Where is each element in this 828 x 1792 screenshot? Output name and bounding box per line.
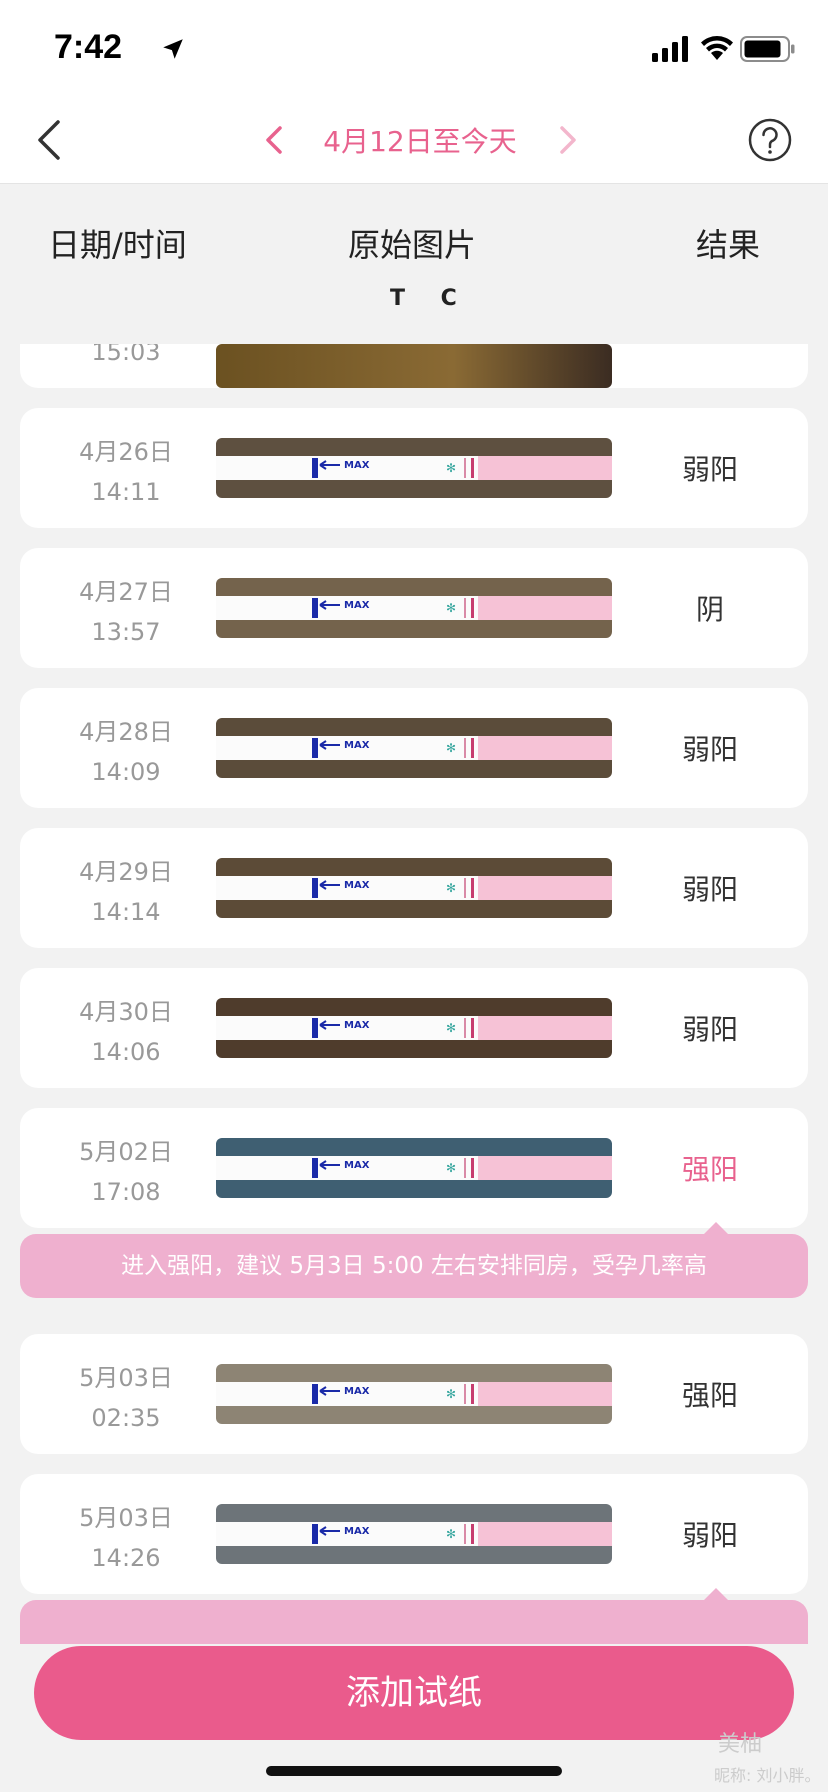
- svg-text:✻: ✻: [446, 1021, 456, 1035]
- test-strip-photo[interactable]: MAX ✻: [216, 1364, 612, 1424]
- record-time: 14:06: [91, 1038, 161, 1066]
- date-range-label[interactable]: 4月12日至今天: [300, 120, 540, 160]
- test-strip-photo[interactable]: MAX ✻: [216, 858, 612, 918]
- svg-text:MAX: MAX: [344, 600, 370, 611]
- record-time: 17:08: [91, 1178, 161, 1206]
- record-row[interactable]: 5月02日 17:08 MAX ✻ 强阳: [20, 1108, 808, 1228]
- prev-period-chevron-icon[interactable]: [260, 122, 290, 158]
- record-date-time: 4月27日 13:57: [56, 572, 196, 652]
- svg-text:MAX: MAX: [344, 1020, 370, 1031]
- records-list[interactable]: 4月25日15:03 弱阳 4月26日 14:11 MAX ✻ 弱阳 4月27日 13:57 MA…: [0, 344, 828, 1644]
- help-question-icon[interactable]: [746, 116, 794, 164]
- record-date-time: 4月26日 14:11: [56, 432, 196, 512]
- strong-positive-tip: 进入强阳，建议 5月3日 5:00 左右安排同房，受孕几率高: [20, 1222, 808, 1298]
- record-row[interactable]: 5月03日 14:26 MAX ✻ 弱阳: [20, 1474, 808, 1594]
- record-result: 弱阳: [640, 344, 780, 348]
- record-date-time: 4月29日 14:14: [56, 852, 196, 932]
- svg-text:✻: ✻: [446, 1527, 456, 1541]
- record-row[interactable]: 4月28日 14:09 MAX ✻ 弱阳: [20, 688, 808, 808]
- record-result: 弱阳: [681, 453, 738, 486]
- record-date: 5月02日: [79, 1138, 173, 1166]
- test-strip-photo[interactable]: [216, 344, 612, 388]
- tip-pointer: [704, 1588, 728, 1600]
- trailing-tip-partial: [20, 1588, 808, 1644]
- test-strip-photo[interactable]: MAX ✻: [216, 1504, 612, 1564]
- home-indicator: [266, 1766, 562, 1776]
- record-date: 4月30日: [79, 998, 173, 1026]
- status-time: 7:42: [54, 28, 123, 66]
- tip-pointer: [704, 1222, 728, 1234]
- tc-line-label: T C: [390, 286, 471, 311]
- svg-text:✻: ✻: [446, 1387, 456, 1401]
- record-date-time: 5月03日 14:26: [56, 1498, 196, 1578]
- test-strip-photo[interactable]: MAX ✻: [216, 438, 612, 498]
- svg-text:MAX: MAX: [344, 880, 370, 891]
- record-time: 13:57: [91, 618, 161, 646]
- record-row[interactable]: 4月25日15:03 弱阳: [20, 344, 808, 388]
- record-date-time: 5月03日 02:35: [56, 1358, 196, 1438]
- test-strip-photo[interactable]: MAX ✻: [216, 998, 612, 1058]
- svg-text:✻: ✻: [446, 461, 456, 475]
- cellular-signal-icon: [652, 36, 688, 62]
- record-result: 弱阳: [681, 873, 738, 906]
- record-time: 14:09: [91, 758, 161, 786]
- svg-text:MAX: MAX: [344, 1526, 370, 1537]
- record-result: 弱阳: [681, 1519, 738, 1552]
- record-time: 02:35: [91, 1404, 161, 1432]
- svg-text:✻: ✻: [446, 601, 456, 615]
- record-date: 4月26日: [79, 438, 173, 466]
- svg-text:MAX: MAX: [344, 460, 370, 471]
- test-strip-photo[interactable]: MAX ✻: [216, 718, 612, 778]
- svg-text:✻: ✻: [446, 1161, 456, 1175]
- record-date-time: 4月30日 14:06: [56, 992, 196, 1072]
- test-strip-photo[interactable]: MAX ✻: [216, 1138, 612, 1198]
- tip-text: 进入强阳，建议 5月3日 5:00 左右安排同房，受孕几率高: [121, 1253, 707, 1279]
- record-date: 5月03日: [79, 1504, 173, 1532]
- record-date: 4月29日: [79, 858, 173, 886]
- status-bar: 7:42: [0, 0, 828, 96]
- record-time: 15:03: [91, 344, 161, 366]
- original-image-column-header: 原始图片: [348, 226, 477, 264]
- record-row[interactable]: 4月26日 14:11 MAX ✻ 弱阳: [20, 408, 808, 528]
- record-time: 14:14: [91, 898, 161, 926]
- record-result: 弱阳: [681, 733, 738, 766]
- result-column-header: 结果: [696, 226, 761, 264]
- next-period-chevron-icon[interactable]: [552, 122, 582, 158]
- meiyou-watermark-logo: 美柚: [718, 1732, 763, 1757]
- record-date: 5月03日: [79, 1364, 173, 1392]
- record-result: 强阳: [681, 1379, 738, 1412]
- battery-icon: [740, 36, 795, 62]
- record-row[interactable]: 5月03日 02:35 MAX ✻ 强阳: [20, 1334, 808, 1454]
- date-time-column-header: 日期/时间: [48, 226, 187, 264]
- record-date-time: 4月28日 14:09: [56, 712, 196, 792]
- svg-text:✻: ✻: [446, 881, 456, 895]
- svg-text:MAX: MAX: [344, 740, 370, 751]
- column-header: 日期/时间 原始图片 结果 T C: [0, 184, 828, 344]
- record-time: 14:26: [91, 1544, 161, 1572]
- add-test-strip-button[interactable]: 添加试纸: [34, 1646, 794, 1740]
- record-time: 14:11: [91, 478, 161, 506]
- record-row[interactable]: 4月27日 13:57 MAX ✻ 阴: [20, 548, 808, 668]
- nav-bar: 4月12日至今天: [0, 96, 828, 184]
- wifi-icon: [701, 36, 733, 60]
- record-result: 强阳: [681, 1153, 738, 1186]
- svg-text:✻: ✻: [446, 741, 456, 755]
- record-date: 4月27日: [79, 578, 173, 606]
- watermark-nickname: 昵称: 刘小胖。: [714, 1766, 821, 1785]
- record-row[interactable]: 4月29日 14:14 MAX ✻ 弱阳: [20, 828, 808, 948]
- record-date: 4月28日: [79, 718, 173, 746]
- record-result: 弱阳: [681, 1013, 738, 1046]
- svg-text:MAX: MAX: [344, 1160, 370, 1171]
- record-date-time: 4月25日15:03: [56, 344, 196, 372]
- record-result: 阴: [695, 593, 724, 626]
- test-strip-photo[interactable]: MAX ✻: [216, 578, 612, 638]
- record-row[interactable]: 4月30日 14:06 MAX ✻ 弱阳: [20, 968, 808, 1088]
- back-chevron-icon[interactable]: [30, 116, 70, 164]
- record-date-time: 5月02日 17:08: [56, 1132, 196, 1212]
- location-arrow-icon: [163, 39, 183, 59]
- svg-text:MAX: MAX: [344, 1386, 370, 1397]
